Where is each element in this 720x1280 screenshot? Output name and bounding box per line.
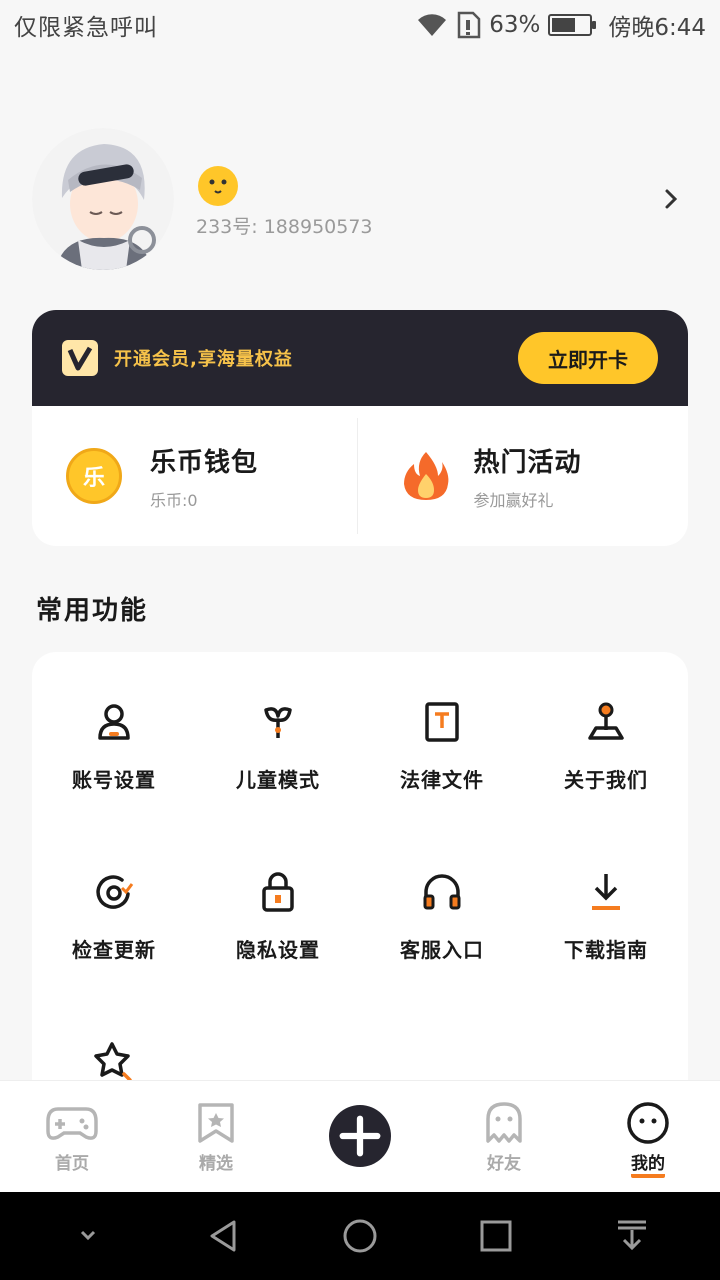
document-icon <box>425 702 459 742</box>
vip-promo-text: 开通会员,享海量权益 <box>114 349 293 370</box>
bottom-tab-bar: 首页 精选 好友 我的 <box>0 1080 720 1192</box>
wallet-title: 乐币钱包 <box>150 447 259 478</box>
clock: 傍晚6:44 <box>608 15 706 41</box>
tab-home[interactable]: 首页 <box>0 1081 144 1192</box>
func-customer-service[interactable]: 客服入口 <box>360 870 524 980</box>
battery-percent: 63% <box>489 12 541 38</box>
coin-wallet[interactable]: 乐 乐币钱包 乐币:0 <box>32 418 357 534</box>
lock-icon <box>262 872 294 912</box>
refresh-icon <box>96 875 134 909</box>
sim-icon <box>457 11 481 39</box>
func-privacy-settings[interactable]: 隐私设置 <box>196 870 360 980</box>
download-icon <box>592 874 620 910</box>
chevron-down-icon[interactable] <box>68 1216 108 1256</box>
func-account-settings[interactable]: 账号设置 <box>32 700 196 810</box>
ghost-icon <box>486 1102 522 1143</box>
gamepad-icon <box>46 1107 98 1140</box>
hot-activities[interactable]: 热门活动 参加赢好礼 <box>358 418 689 534</box>
home-icon[interactable] <box>340 1216 380 1256</box>
joystick-icon <box>588 702 624 740</box>
add-icon[interactable] <box>329 1105 391 1167</box>
activity-subtitle: 参加赢好礼 <box>473 490 554 510</box>
star-search-icon <box>94 1042 132 1082</box>
sprout-icon <box>264 707 292 738</box>
battery-icon <box>548 14 597 36</box>
vip-card: 开通会员,享海量权益 立即开卡 乐 乐币钱包 乐币:0 热门活动 参加赢好礼 <box>32 310 688 546</box>
func-check-update[interactable]: 检查更新 <box>32 870 196 980</box>
wallet-balance: 乐币:0 <box>150 490 198 510</box>
account-icon <box>98 704 130 740</box>
func-kids-mode[interactable]: 儿童模式 <box>196 700 360 810</box>
tab-create[interactable] <box>288 1081 432 1192</box>
status-bar: 仅限紧急呼叫 63% 傍晚6:44 <box>0 0 720 50</box>
notification-pull-icon[interactable] <box>612 1216 652 1256</box>
headphones-icon <box>423 874 461 910</box>
face-emoji-icon <box>198 166 238 206</box>
profile-header[interactable]: 233号: 188950573 <box>32 128 688 272</box>
func-about-us[interactable]: 关于我们 <box>524 700 688 810</box>
wifi-icon <box>418 14 447 36</box>
wallet-row: 乐 乐币钱包 乐币:0 热门活动 参加赢好礼 <box>32 406 688 546</box>
activity-title: 热门活动 <box>473 447 582 478</box>
fire-icon <box>403 452 448 500</box>
battery-fill <box>552 18 576 32</box>
bookmark-star-icon <box>198 1103 234 1143</box>
chevron-right-icon[interactable] <box>658 186 684 212</box>
carrier-label: 仅限紧急呼叫 <box>14 15 158 41</box>
recents-icon[interactable] <box>476 1216 516 1256</box>
user-id: 233号: 188950573 <box>196 216 373 238</box>
avatar[interactable] <box>32 128 174 270</box>
tab-friends[interactable]: 好友 <box>432 1081 576 1192</box>
func-legal-documents[interactable]: 法律文件 <box>360 700 524 810</box>
vip-banner[interactable]: 开通会员,享海量权益 立即开卡 <box>32 310 688 406</box>
system-nav-bar <box>0 1192 720 1280</box>
common-functions-grid: 账号设置 儿童模式 法律文件 关于我们 检查更新 隐私设置 客服入口 下载指南 <box>32 652 688 1132</box>
back-icon[interactable] <box>204 1216 244 1256</box>
open-vip-button[interactable]: 立即开卡 <box>518 332 658 384</box>
section-title-common-functions: 常用功能 <box>36 596 149 626</box>
vip-logo-icon <box>62 340 98 376</box>
tab-featured[interactable]: 精选 <box>144 1081 288 1192</box>
smiley-icon <box>627 1102 669 1144</box>
tab-me[interactable]: 我的 <box>576 1081 720 1192</box>
func-download-guide[interactable]: 下载指南 <box>524 870 688 980</box>
coin-icon: 乐 <box>66 448 122 504</box>
